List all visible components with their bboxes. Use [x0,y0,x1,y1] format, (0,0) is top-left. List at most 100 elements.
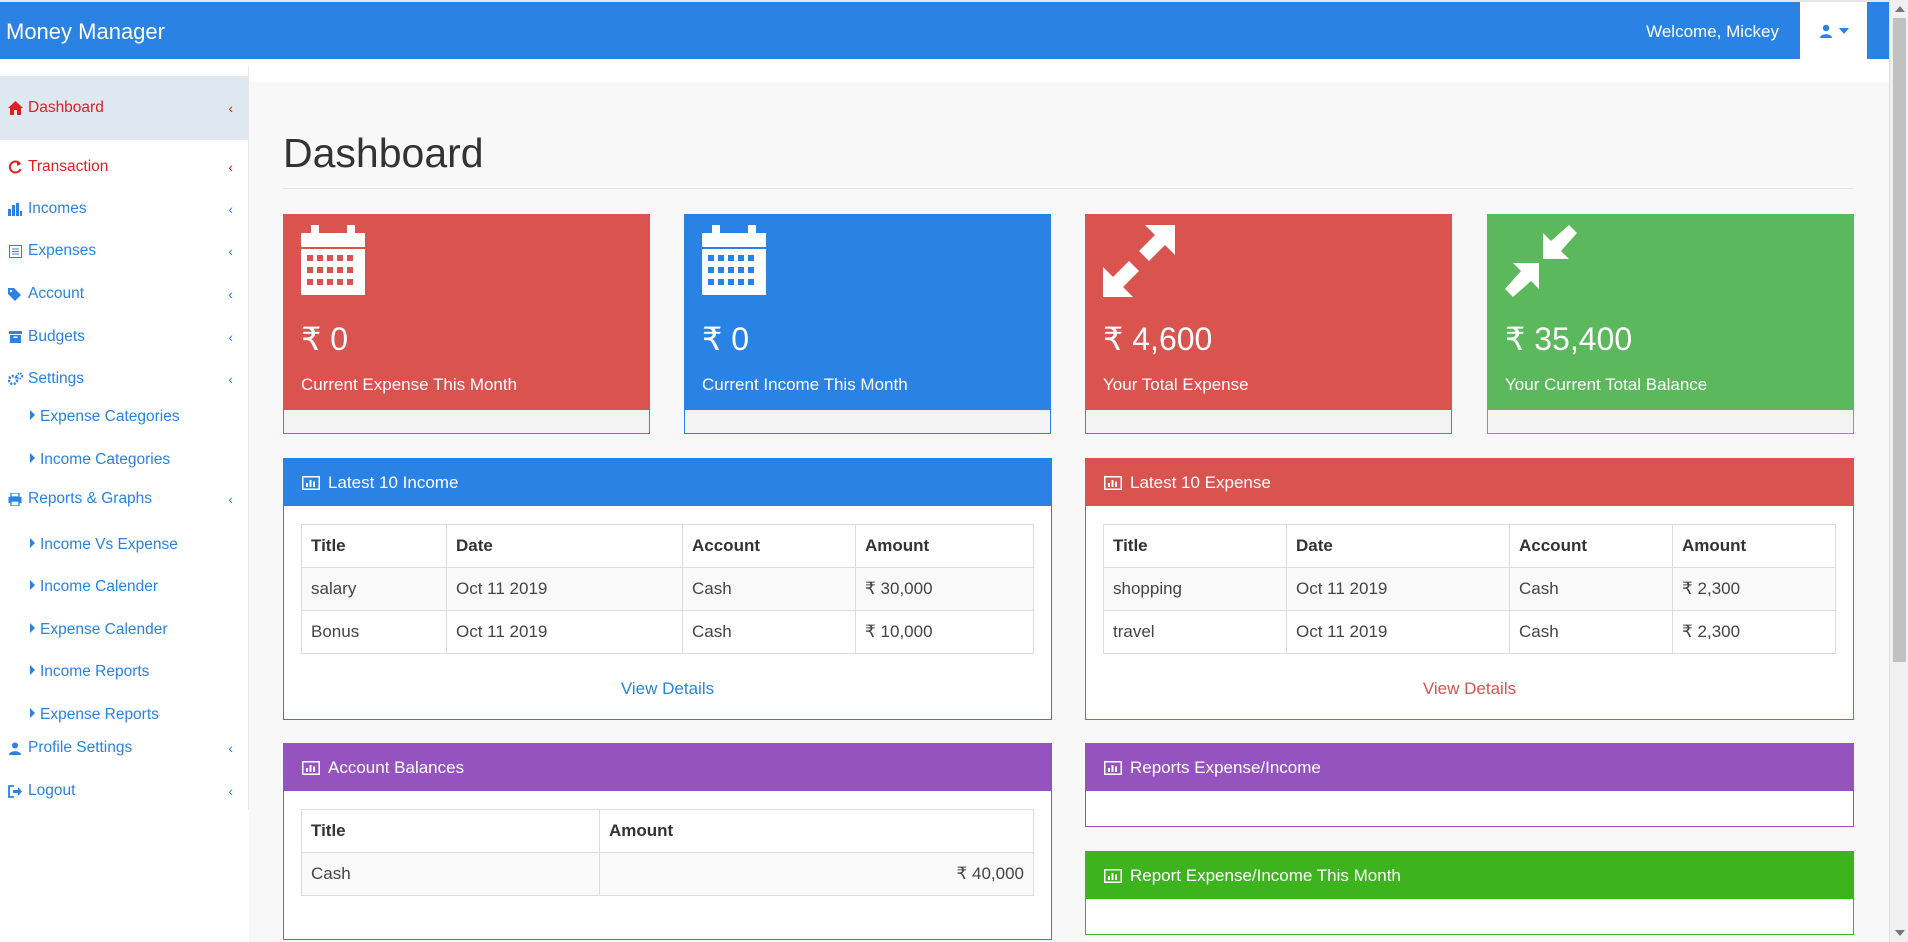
stat-card-label: Current Income This Month [702,375,908,394]
table-cell: ₹ 40,000 [599,852,1034,896]
stat-card-total-balance[interactable]: ₹ 35,400 Your Current Total Balance [1487,214,1854,434]
sidebar-subitem-expense-calender[interactable]: Expense Calender [30,621,168,639]
column-header[interactable]: Account [1509,524,1673,568]
stat-card-amount: ₹ 4,600 [1103,321,1213,357]
user-menu-button[interactable] [1800,2,1867,59]
sidebar-item-profile-settings[interactable]: Profile Settings ‹ [0,733,248,763]
latest-expense-panel: Latest 10 Expense Title Date Account Amo… [1085,458,1854,720]
chevron-left-icon: ‹ [228,491,233,507]
sign-out-icon [5,784,25,798]
caret-right-icon [30,538,35,548]
column-header[interactable]: Account [682,524,856,568]
table-cell: Oct 11 2019 [446,567,683,611]
sidebar-subitem-label: Income Calender [40,578,159,595]
sidebar-item-incomes[interactable]: Incomes ‹ [0,194,248,224]
column-header[interactable]: Amount [599,809,1034,853]
panel-title: Account Balances [328,757,465,777]
reports-expense-income-panel: Reports Expense/Income [1085,743,1854,827]
column-header[interactable]: Amount [855,524,1034,568]
tags-icon [5,287,25,301]
table-row: salary Oct 11 2019 Cash ₹ 30,000 [301,567,1034,611]
sidebar-subitem-expense-reports[interactable]: Expense Reports [30,706,159,724]
caret-right-icon [30,665,35,675]
bar-chart-icon [1104,868,1122,883]
table-cell: Bonus [301,610,447,654]
page-title: Dashboard [283,130,484,176]
account-balances-panel: Account Balances Title Amount Cash ₹ 40,… [283,743,1052,940]
chevron-left-icon: ‹ [228,371,233,387]
chevron-left-icon: ‹ [228,740,233,756]
caret-down-icon [1838,27,1849,34]
sidebar-subitem-income-categories[interactable]: Income Categories [30,451,170,469]
column-header[interactable]: Title [301,809,600,853]
balances-table: Title Amount Cash ₹ 40,000 [301,809,1034,896]
chevron-left-icon: ‹ [228,243,233,259]
report-expense-income-month-panel: Report Expense/Income This Month [1085,851,1854,935]
scrollbar-thumb[interactable] [1893,18,1906,662]
sidebar-subitem-expense-categories[interactable]: Expense Categories [30,408,180,426]
sidebar-subitem-label: Income Vs Expense [40,536,178,553]
sidebar-subitem-income-vs-expense[interactable]: Income Vs Expense [30,536,178,554]
sidebar-item-settings[interactable]: Settings ‹ [0,364,248,394]
stat-card-current-income[interactable]: ₹ 0 Current Income This Month [684,214,1051,434]
chevron-left-icon: ‹ [228,329,233,345]
table-cell: ₹ 10,000 [855,610,1034,654]
table-row: Bonus Oct 11 2019 Cash ₹ 10,000 [301,610,1034,654]
sidebar-item-label: Logout [28,782,76,799]
sidebar-subitem-income-calender[interactable]: Income Calender [30,578,158,596]
expense-table: Title Date Account Amount shopping Oct 1… [1103,524,1836,654]
bar-chart-icon [302,760,320,775]
table-header-row: Title Date Account Amount [301,524,1034,568]
panel-header: Report Expense/Income This Month [1086,852,1853,899]
column-header[interactable]: Amount [1672,524,1836,568]
sidebar-item-account[interactable]: Account ‹ [0,279,248,309]
sidebar-item-dashboard[interactable]: Dashboard ‹ [0,76,248,140]
sidebar-subitem-income-reports[interactable]: Income Reports [30,663,149,681]
user-icon [5,742,25,755]
table-cell: Oct 11 2019 [446,610,683,654]
table-cell: travel [1103,610,1287,654]
sidebar-item-budgets[interactable]: Budgets ‹ [0,322,248,352]
sidebar-item-label: Budgets [28,328,85,345]
sidebar-item-reports-graphs[interactable]: Reports & Graphs ‹ [0,484,248,514]
brand-title[interactable]: Money Manager [6,19,165,45]
table-row: Cash ₹ 40,000 [301,852,1034,896]
home-icon [5,101,25,115]
stat-card-total-expense[interactable]: ₹ 4,600 Your Total Expense [1085,214,1452,434]
welcome-text: Welcome, Mickey [1646,22,1779,41]
caret-right-icon [30,623,35,633]
panel-title: Report Expense/Income This Month [1130,865,1401,885]
sidebar-item-transaction[interactable]: Transaction ‹ [0,152,248,182]
sidebar-item-label: Dashboard [28,99,104,116]
sidebar-item-expenses[interactable]: Expenses ‹ [0,236,248,266]
stat-card-amount: ₹ 0 [301,321,349,357]
sidebar-item-label: Expenses [28,242,97,259]
scroll-up-icon[interactable] [1895,6,1905,12]
table-cell: ₹ 2,300 [1672,610,1836,654]
caret-right-icon [30,453,35,463]
column-header[interactable]: Date [1286,524,1510,568]
chevron-left-icon: ‹ [228,201,233,217]
sidebar-item-label: Profile Settings [28,739,133,756]
stat-card-amount: ₹ 0 [702,321,750,357]
top-navbar: Money Manager Welcome, Mickey [0,2,1889,59]
sidebar-item-label: Settings [28,370,85,387]
print-icon [5,492,25,506]
stat-card-current-expense[interactable]: ₹ 0 Current Expense This Month [283,214,650,434]
income-table: Title Date Account Amount salary Oct 11 … [301,524,1034,654]
scroll-down-icon[interactable] [1895,930,1905,936]
bar-chart-icon [1104,475,1122,490]
column-header[interactable]: Date [446,524,683,568]
column-header[interactable]: Title [301,524,447,568]
column-header[interactable]: Title [1103,524,1287,568]
chevron-left-icon: ‹ [228,159,233,175]
sidebar-item-logout[interactable]: Logout ‹ [0,776,248,806]
stat-card-label: Current Expense This Month [301,375,518,394]
table-header-row: Title Amount [301,809,1034,853]
chevron-left-icon: ‹ [228,783,233,799]
view-details-link[interactable]: View Details [284,679,1051,699]
view-details-link[interactable]: View Details [1086,679,1853,699]
vertical-scrollbar[interactable] [1889,0,1908,942]
expand-arrows-icon [1103,225,1175,302]
bar-chart-icon [302,475,320,490]
